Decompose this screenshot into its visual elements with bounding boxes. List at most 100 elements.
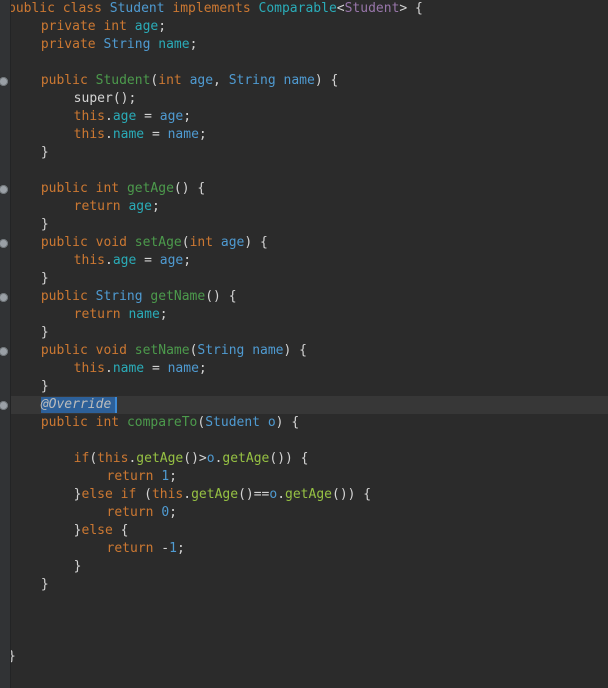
code-token-punct: } — [40, 379, 49, 394]
code-token-mdecl: getAge — [126, 181, 174, 196]
code-token-param: name — [167, 361, 199, 376]
code-token-punct: } — [40, 325, 49, 340]
code-token-punct: = — [144, 361, 168, 376]
code-token-punct: } — [73, 487, 82, 502]
code-token-kw: public — [8, 1, 55, 16]
code-token-punct: ; — [189, 37, 198, 52]
code-token-kw: public — [40, 181, 88, 196]
code-token-punct: ( — [89, 451, 98, 466]
editor-gutter[interactable] — [0, 0, 10, 688]
code-line[interactable]: public int compareTo(Student o) { — [41, 414, 299, 432]
code-token-punct: } — [73, 523, 82, 538]
code-token-field: age — [128, 199, 152, 214]
code-token-punct: ) { — [244, 235, 268, 250]
code-line[interactable]: } — [41, 216, 49, 234]
code-token-punct: ; — [198, 127, 207, 142]
code-token-kw: public — [40, 235, 88, 250]
code-token-kw: int — [95, 181, 120, 196]
code-token-kw: if — [73, 451, 90, 466]
code-token-mcall: getAge — [222, 451, 270, 466]
code-token-kw: int — [103, 19, 127, 34]
code-token-mdecl: compareTo — [126, 415, 198, 430]
code-token-field: name — [112, 361, 145, 376]
code-token-punct: ) { — [314, 73, 339, 88]
code-token-punct: < — [336, 1, 345, 16]
code-line[interactable]: } — [41, 378, 49, 396]
code-line[interactable]: public String getName() { — [41, 288, 237, 306]
code-token-type: Student — [109, 1, 165, 16]
code-line[interactable]: public int getAge() { — [41, 180, 205, 198]
code-line[interactable]: return age; — [74, 198, 160, 216]
code-token-kw: void — [95, 235, 127, 250]
code-line[interactable]: public void setName(String name) { — [41, 342, 307, 360]
code-token-param: age — [189, 73, 214, 88]
code-token-punct: ()) { — [269, 451, 309, 466]
code-token-param: age — [159, 253, 184, 268]
code-token-punct: { — [112, 523, 129, 538]
code-token-field: age — [112, 253, 137, 268]
code-token-punct: } — [40, 217, 49, 232]
code-token-kw: private — [40, 37, 96, 52]
code-token-param: age — [220, 235, 245, 250]
code-token-punct: ; — [183, 253, 192, 268]
code-line[interactable]: private String name; — [41, 36, 198, 54]
code-token-punct: ()) { — [332, 487, 372, 502]
code-line[interactable]: public class Student implements Comparab… — [8, 0, 423, 18]
code-line[interactable]: this.name = name; — [74, 126, 207, 144]
code-line[interactable]: super(); — [74, 90, 137, 108]
code-line[interactable]: return -1; — [107, 540, 185, 558]
code-token-type: Student — [205, 415, 261, 430]
code-line[interactable]: return 1; — [107, 468, 177, 486]
code-token-num: 1 — [161, 469, 170, 484]
code-line[interactable]: return name; — [74, 306, 168, 324]
code-token-kw: public — [40, 289, 88, 304]
code-token-mdecl: setAge — [134, 235, 182, 250]
code-token-punct: (); — [112, 91, 137, 106]
code-token-mdecl: getName — [150, 289, 206, 304]
code-token-punct: . — [104, 127, 113, 142]
code-token-kw: else — [81, 523, 113, 538]
code-editor-window[interactable]: public class Student implements Comparab… — [0, 0, 608, 688]
code-token-plain: super — [73, 91, 113, 106]
code-token-type: String — [197, 343, 245, 358]
code-token-mcall: getAge — [136, 451, 184, 466]
code-token-punct: } — [73, 559, 82, 574]
code-token-mcall: getAge — [285, 487, 332, 502]
code-token-punct: ; — [151, 199, 160, 214]
code-line[interactable]: }else if (this.getAge()==o.getAge()) { — [74, 486, 371, 504]
code-line[interactable]: } — [41, 144, 49, 162]
code-line[interactable]: this.name = name; — [74, 360, 207, 378]
code-token-kw: int — [95, 415, 120, 430]
code-token-punct: ; — [169, 505, 177, 520]
code-token-kw: this — [73, 109, 105, 124]
code-token-kw: this — [73, 127, 105, 142]
code-token-punct: = — [144, 127, 168, 142]
code-line[interactable]: } — [41, 576, 49, 594]
code-line[interactable]: private int age; — [41, 18, 166, 36]
code-token-type: String — [103, 37, 151, 52]
code-line[interactable]: }else { — [74, 522, 129, 540]
code-token-type: String — [95, 289, 143, 304]
code-token-punct: ) { — [275, 415, 300, 430]
code-line[interactable]: } — [41, 324, 49, 342]
code-token-param: o — [206, 451, 215, 466]
code-line[interactable]: } — [74, 558, 82, 576]
code-line[interactable]: if(this.getAge()>o.getAge()) { — [74, 450, 309, 468]
code-token-param: o — [267, 415, 276, 430]
code-line[interactable]: } — [41, 270, 49, 288]
code-line[interactable]: this.age = age; — [74, 252, 191, 270]
code-token-kw: implements — [172, 1, 251, 16]
code-line[interactable]: this.age = age; — [74, 108, 191, 126]
code-text-area[interactable]: public class Student implements Comparab… — [0, 0, 608, 688]
code-token-param: name — [252, 343, 284, 358]
code-line[interactable]: public void setAge(int age) { — [41, 234, 268, 252]
code-line[interactable]: public Student(int age, String name) { — [41, 72, 338, 90]
code-line[interactable]: return 0; — [107, 504, 177, 522]
code-token-field: name — [128, 307, 160, 322]
